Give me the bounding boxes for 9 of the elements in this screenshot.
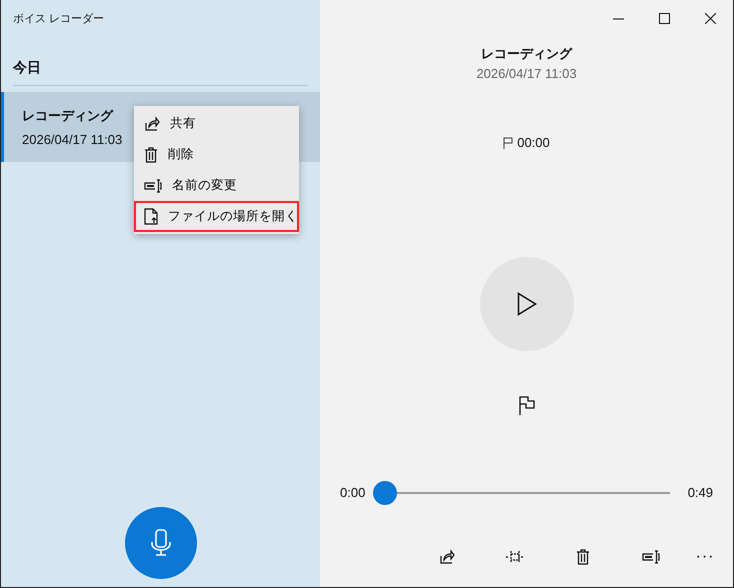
recording-date: 2026/04/17 11:03 [476,64,577,82]
marker-time: 00:00 [517,134,550,152]
recording-date: 2026/04/17 11:03 [22,130,122,148]
recording-name: レコーディング [22,107,113,125]
window-title: ボイス レコーダー [13,13,104,25]
group-header: 今日 [13,59,41,75]
elapsed-time: 0:00 [340,484,366,502]
total-duration: 0:49 [688,484,713,502]
recording-title: レコーディング [481,45,572,63]
